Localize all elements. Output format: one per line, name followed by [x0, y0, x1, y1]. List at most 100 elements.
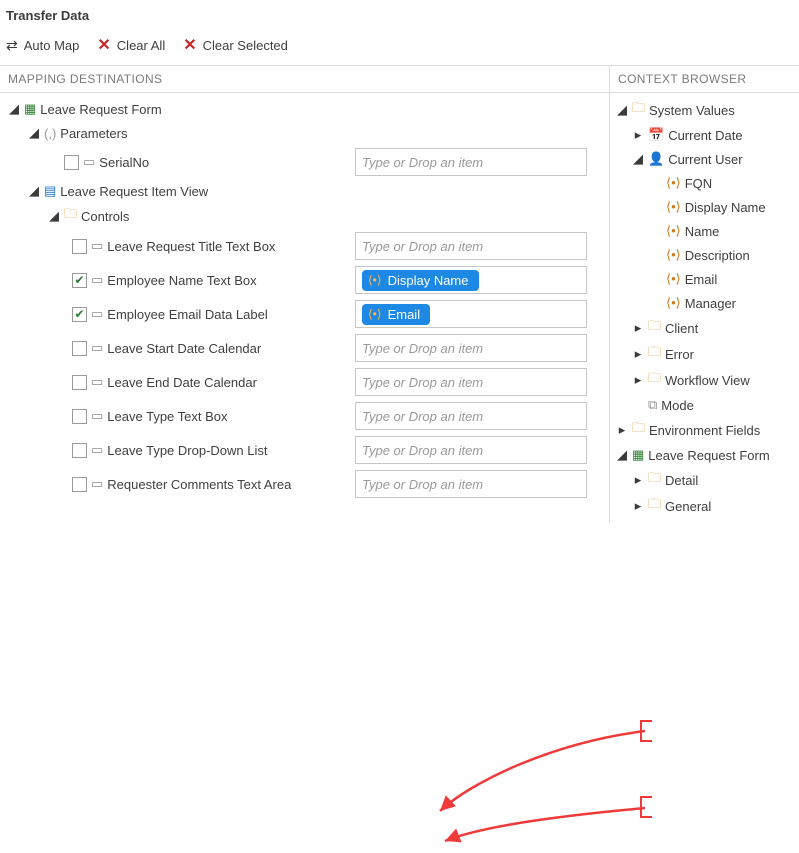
drop-target[interactable]: Type or Drop an item: [355, 436, 587, 464]
ctx-fqn[interactable]: ⟨•⟩ FQN: [614, 171, 795, 195]
drop-target[interactable]: Type or Drop an item: [355, 148, 587, 176]
ctx-detail[interactable]: ▸ 🗀 Detail: [614, 467, 795, 493]
automap-label: Auto Map: [24, 38, 80, 53]
expand-icon[interactable]: ▸: [632, 127, 644, 143]
drop-target[interactable]: Type or Drop an item: [355, 402, 587, 430]
expand-icon[interactable]: ▸: [632, 346, 644, 362]
collapse-icon[interactable]: ◢: [8, 101, 20, 117]
textbox-icon: ▭: [91, 272, 103, 288]
mode-icon: ⧉: [648, 397, 657, 413]
calendar-icon: ▭: [91, 374, 103, 390]
expand-icon[interactable]: ▸: [632, 372, 644, 388]
map-row-emp-name-tb: ✔ ▭ Employee Name Text Box ⟨•⟩ Display N…: [4, 263, 605, 297]
collapse-icon[interactable]: ◢: [28, 183, 40, 199]
textbox-icon: ▭: [91, 408, 103, 424]
ctx-current-user[interactable]: ◢ 👤 Current User: [614, 147, 795, 171]
ctx-client[interactable]: ▸ 🗀 Client: [614, 315, 795, 341]
token-icon: ⟨•⟩: [666, 295, 681, 311]
automap-button[interactable]: ⇄ Auto Map: [6, 37, 79, 54]
mapped-chip-display-name[interactable]: ⟨•⟩ Display Name: [362, 270, 479, 291]
map-row-req-comments: ▭ Requester Comments Text Area Type or D…: [4, 467, 605, 501]
field-label: SerialNo: [99, 155, 149, 170]
field-label: Employee Email Data Label: [107, 307, 267, 322]
ctx-workflow-view[interactable]: ▸ 🗀 Workflow View: [614, 367, 795, 393]
mapped-chip-email[interactable]: ⟨•⟩ Email: [362, 304, 430, 325]
ctx-error[interactable]: ▸ 🗀 Error: [614, 341, 795, 367]
ctx-general[interactable]: ▸ 🗀 General: [614, 493, 795, 519]
tree-node-controls[interactable]: ◢ 🗀 Controls: [4, 203, 605, 229]
node-label: Email: [685, 272, 718, 287]
token-icon: ⟨•⟩: [666, 247, 681, 263]
toolbar: ⇄ Auto Map ✕ Clear All ✕ Clear Selected: [0, 27, 799, 65]
calendar-icon: ▭: [91, 340, 103, 356]
token-icon: ⟨•⟩: [666, 271, 681, 287]
node-label: Client: [665, 321, 698, 336]
expand-icon[interactable]: ▸: [616, 422, 628, 438]
checkbox[interactable]: [72, 375, 87, 390]
token-icon: ⟨•⟩: [368, 273, 382, 287]
mapping-heading: MAPPING DESTINATIONS: [0, 66, 609, 93]
clear-all-label: Clear All: [117, 38, 165, 53]
node-label: General: [665, 499, 711, 514]
map-row-start-cal: ▭ Leave Start Date Calendar Type or Drop…: [4, 331, 605, 365]
node-label: Description: [685, 248, 750, 263]
parameters-label: Parameters: [60, 126, 127, 141]
checkbox[interactable]: ✔: [72, 273, 87, 288]
context-heading: CONTEXT BROWSER: [610, 66, 799, 93]
checkbox[interactable]: [72, 341, 87, 356]
tree-node-form[interactable]: ◢ ▦ Leave Request Form: [4, 97, 605, 121]
collapse-icon[interactable]: ◢: [616, 102, 628, 118]
token-icon: ⟨•⟩: [666, 223, 681, 239]
ctx-manager[interactable]: ⟨•⟩ Manager: [614, 291, 795, 315]
collapse-icon[interactable]: ◢: [48, 208, 60, 224]
tree-node-parameters[interactable]: ◢ (,) Parameters: [4, 121, 605, 145]
expand-icon[interactable]: ▸: [632, 472, 644, 488]
dropdown-icon: ▭: [91, 442, 103, 458]
folder-icon: 🗀: [648, 317, 661, 339]
drop-target[interactable]: ⟨•⟩ Display Name: [355, 266, 587, 294]
ctx-leave-request-form[interactable]: ◢ ▦ Leave Request Form: [614, 443, 795, 467]
field-label: Leave End Date Calendar: [107, 375, 257, 390]
checkbox[interactable]: [72, 443, 87, 458]
ctx-name[interactable]: ⟨•⟩ Name: [614, 219, 795, 243]
node-label: Current User: [668, 152, 742, 167]
ctx-display-name[interactable]: ⟨•⟩ Display Name: [614, 195, 795, 219]
checkbox[interactable]: [72, 409, 87, 424]
drop-target[interactable]: Type or Drop an item: [355, 334, 587, 362]
drop-target[interactable]: Type or Drop an item: [355, 368, 587, 396]
ctx-system-values[interactable]: ◢ 🗀 System Values: [614, 97, 795, 123]
drop-target[interactable]: Type or Drop an item: [355, 470, 587, 498]
controls-label: Controls: [81, 209, 129, 224]
expand-icon[interactable]: ▸: [632, 498, 644, 514]
map-row-title-tb: ▭ Leave Request Title Text Box Type or D…: [4, 229, 605, 263]
ctx-mode[interactable]: ⧉ Mode: [614, 393, 795, 417]
field-label: Leave Start Date Calendar: [107, 341, 261, 356]
ctx-email[interactable]: ⟨•⟩ Email: [614, 267, 795, 291]
node-label: System Values: [649, 103, 735, 118]
calendar-icon: 📅: [648, 127, 664, 143]
tree-node-view[interactable]: ◢ ▤ Leave Request Item View: [4, 179, 605, 203]
checkbox[interactable]: [72, 239, 87, 254]
map-row-type-dd: ▭ Leave Type Drop-Down List Type or Drop…: [4, 433, 605, 467]
node-label: Workflow View: [665, 373, 750, 388]
drop-target[interactable]: ⟨•⟩ Email: [355, 300, 587, 328]
drop-target[interactable]: Type or Drop an item: [355, 232, 587, 260]
expand-icon[interactable]: ▸: [632, 320, 644, 336]
collapse-icon[interactable]: ◢: [28, 125, 40, 141]
checkbox[interactable]: [72, 477, 87, 492]
clear-all-button[interactable]: ✕ Clear All: [97, 35, 165, 55]
token-icon: ⟨•⟩: [666, 175, 681, 191]
annotation-bracket: [640, 796, 652, 818]
ctx-environment-fields[interactable]: ▸ 🗀 Environment Fields: [614, 417, 795, 443]
checkbox[interactable]: ✔: [72, 307, 87, 322]
checkbox[interactable]: [64, 155, 79, 170]
collapse-icon[interactable]: ◢: [616, 447, 628, 463]
ctx-description[interactable]: ⟨•⟩ Description: [614, 243, 795, 267]
token-icon: ⟨•⟩: [666, 199, 681, 215]
clear-selected-button[interactable]: ✕ Clear Selected: [183, 35, 288, 55]
folder-icon: 🗀: [648, 343, 661, 365]
ctx-current-date[interactable]: ▸ 📅 Current Date: [614, 123, 795, 147]
node-label: Environment Fields: [649, 423, 760, 438]
close-icon: ✕: [97, 35, 110, 55]
collapse-icon[interactable]: ◢: [632, 151, 644, 167]
